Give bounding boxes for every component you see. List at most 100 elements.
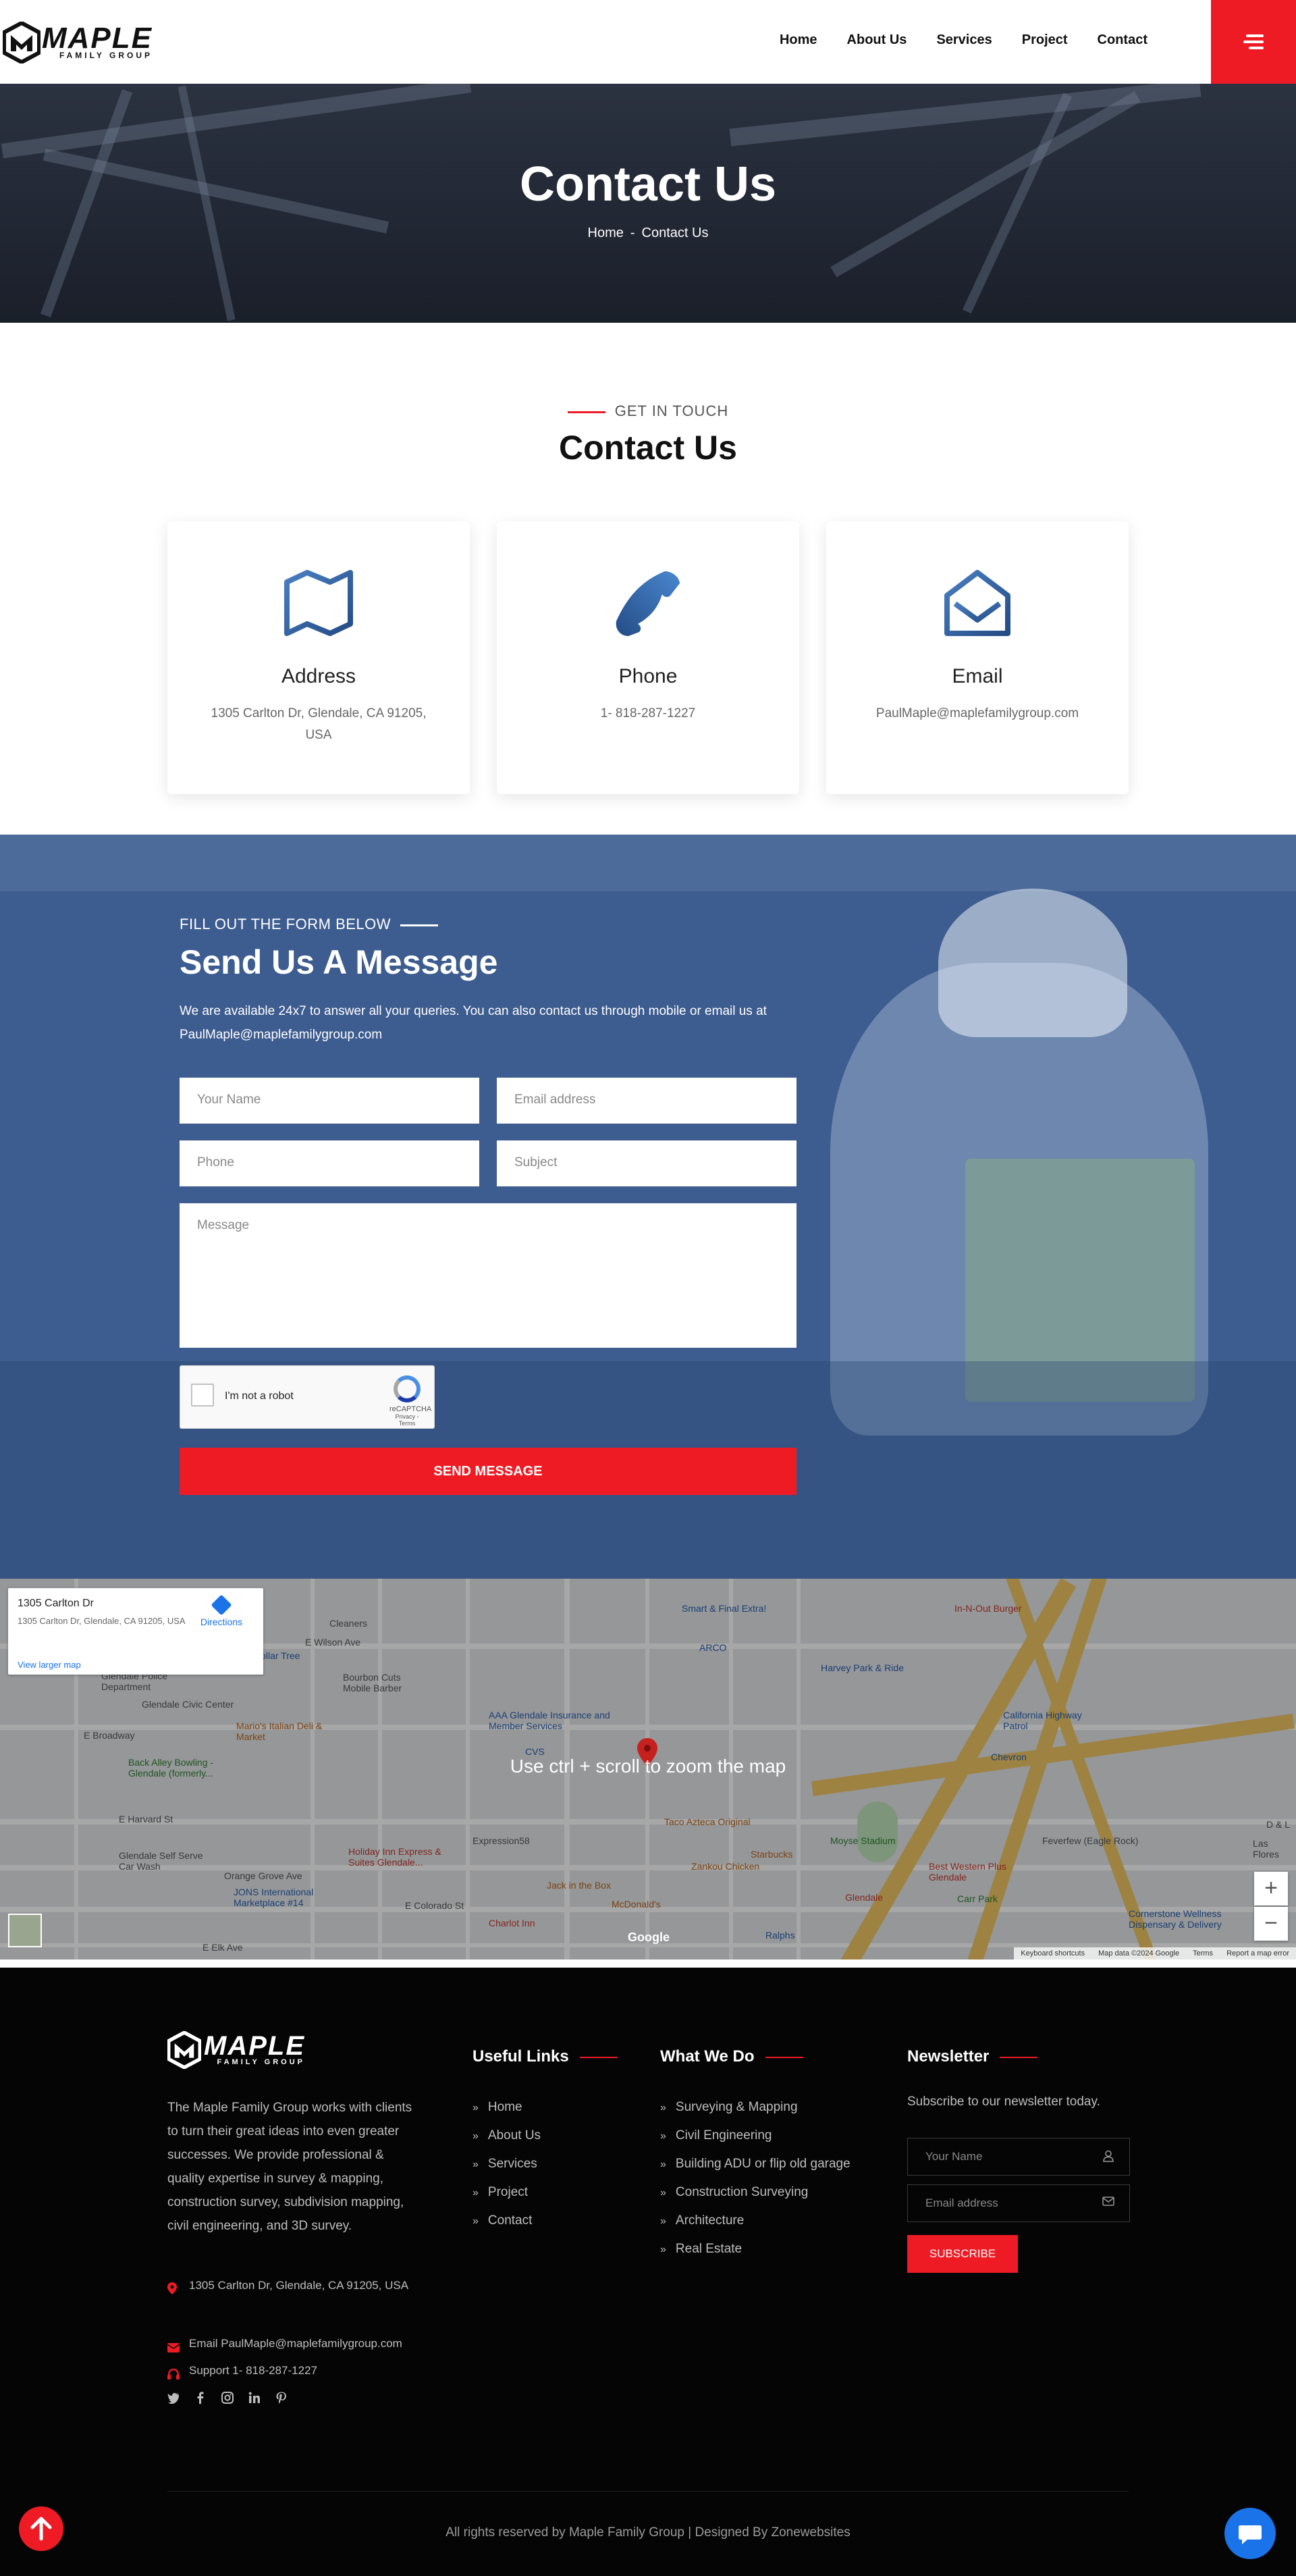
contact-title: Contact Us [559, 429, 737, 467]
hero-structure [1, 84, 472, 159]
contact-kicker-text: GET IN TOUCH [614, 402, 729, 419]
service-link[interactable]: » Building ADU or flip old garage [660, 2150, 850, 2178]
email-title: Email [952, 665, 1003, 687]
chevron-right-icon: » [473, 2102, 479, 2113]
background-photo [938, 889, 1127, 1037]
directions-label: Directions [200, 1616, 243, 1627]
footer-link-label: Project [487, 2185, 529, 2199]
envelope-icon [167, 2343, 180, 2352]
chevron-right-icon: » [473, 2130, 479, 2142]
map-layer-thumbnail[interactable] [8, 1914, 42, 1947]
back-to-top-button[interactable] [19, 2506, 63, 2551]
recaptcha-checkbox[interactable] [191, 1384, 214, 1407]
phone-text[interactable]: 1- 818-287-1227 [526, 703, 770, 725]
email-text[interactable]: PaulMaple@maplefamilygroup.com [856, 703, 1099, 725]
email-input[interactable]: Email address [497, 1078, 796, 1124]
logo-brand: MAPLE [42, 22, 153, 55]
footer-logo-brand: MAPLE [204, 2031, 305, 2061]
name-input[interactable]: Your Name [180, 1078, 479, 1124]
contact-cards: Address 1305 Carlton Dr, Glendale, CA 91… [167, 521, 1129, 794]
newsletter-email-input[interactable]: Email address [907, 2184, 1130, 2222]
nav-contact[interactable]: Contact [1098, 32, 1148, 48]
form-kicker: FILL OUT THE FORM BELOW [180, 916, 439, 933]
what-we-do-title: What We Do [660, 2047, 755, 2066]
service-link[interactable]: » Real Estate [660, 2235, 850, 2263]
newsletter-text: Subscribe to our newsletter today. [907, 2095, 1100, 2109]
directions-icon [211, 1594, 232, 1616]
breadcrumb-current: Contact Us [641, 226, 709, 240]
footer-divider [167, 2491, 1129, 2492]
footer-link-services[interactable]: » Services [473, 2150, 541, 2178]
newsletter-email-placeholder: Email address [925, 2197, 998, 2209]
main-nav: Home About Us Services Project Contact [750, 32, 1148, 48]
linkedin-icon[interactable] [248, 2392, 261, 2404]
nav-home[interactable]: Home [780, 32, 817, 48]
footer-link-about-us[interactable]: » About Us [473, 2122, 541, 2150]
footer-link-label: Services [487, 2157, 537, 2171]
facebook-icon[interactable] [194, 2392, 207, 2404]
page: MAPLE FAMILY GROUP Home About Us Service… [0, 0, 1296, 2576]
recaptcha-logo: reCAPTCHA Privacy - Terms [389, 1375, 431, 1427]
footer-link-project[interactable]: » Project [473, 2178, 541, 2207]
nav-about-us[interactable]: About Us [847, 32, 907, 48]
footer-logo-subtitle: FAMILY GROUP [217, 2058, 305, 2066]
zoom-out-button[interactable]: − [1254, 1907, 1288, 1941]
map-info-title: 1305 Carlton Dr [18, 1598, 94, 1609]
newsletter-name-placeholder: Your Name [925, 2150, 983, 2163]
newsletter-name-input[interactable]: Your Name [907, 2138, 1130, 2176]
nav-project[interactable]: Project [1022, 32, 1068, 48]
twitter-icon[interactable] [167, 2392, 180, 2404]
chat-widget-button[interactable] [1224, 2508, 1276, 2559]
hamburger-icon [1243, 31, 1264, 53]
service-link-label: Construction Surveying [675, 2185, 809, 2199]
heading-line [765, 2056, 803, 2058]
subject-input[interactable]: Subject [497, 1140, 796, 1186]
site-footer: MAPLE FAMILY GROUP The Maple Family Grou… [0, 1968, 1296, 2576]
site-logo[interactable]: MAPLE FAMILY GROUP [3, 22, 153, 63]
nav-services[interactable]: Services [936, 32, 992, 48]
footer-link-home[interactable]: » Home [473, 2093, 541, 2122]
zoom-in-button[interactable]: + [1254, 1872, 1288, 1905]
service-link[interactable]: » Civil Engineering [660, 2122, 850, 2150]
menu-button[interactable] [1211, 0, 1296, 84]
footer-address: 1305 Carlton Dr, Glendale, CA 91205, USA [167, 2274, 424, 2303]
terms-link[interactable]: Terms [1193, 1949, 1213, 1957]
report-map-error-link[interactable]: Report a map error [1226, 1949, 1289, 1957]
message-textarea[interactable]: Message [180, 1203, 796, 1348]
chevron-right-icon: » [473, 2187, 479, 2199]
footer-support-text[interactable]: Support 1- 818-287-1227 [189, 2359, 317, 2388]
subscribe-button[interactable]: SUBSCRIBE [907, 2235, 1018, 2273]
chat-bubble-icon [1239, 2525, 1262, 2544]
footer-link-label: Home [487, 2100, 522, 2114]
site-header: MAPLE FAMILY GROUP Home About Us Service… [0, 0, 1296, 84]
chevron-right-icon: » [660, 2130, 666, 2142]
chevron-right-icon: » [660, 2159, 666, 2170]
keyboard-shortcuts-link[interactable]: Keyboard shortcuts [1021, 1949, 1085, 1957]
address-title: Address [281, 665, 356, 687]
service-link[interactable]: » Architecture [660, 2207, 850, 2235]
instagram-icon[interactable] [221, 2392, 234, 2404]
recaptcha-widget: I'm not a robot reCAPTCHA Privacy - Term… [180, 1365, 435, 1429]
view-larger-map-link[interactable]: View larger map [18, 1660, 81, 1670]
page-hero: Contact Us Home - Contact Us [0, 84, 1296, 323]
pinterest-icon[interactable] [275, 2392, 288, 2404]
useful-links-list: » Home » About Us » Services » Project » Cont… [473, 2093, 541, 2235]
footer-logo[interactable]: MAPLE FAMILY GROUP [167, 2031, 305, 2069]
footer-email-text[interactable]: Email PaulMaple@maplefamilygroup.com [189, 2332, 402, 2361]
send-message-button[interactable]: SEND MESSAGE [180, 1448, 796, 1495]
useful-links-title: Useful Links [473, 2047, 569, 2066]
footer-link-contact[interactable]: » Contact [473, 2207, 541, 2235]
form-title: Send Us A Message [180, 943, 498, 981]
breadcrumb-home[interactable]: Home [588, 226, 624, 240]
form-description: We are available 24x7 to answer all your… [180, 1004, 767, 1042]
service-link-label: Civil Engineering [675, 2128, 772, 2143]
recaptcha-label: I'm not a robot [225, 1390, 294, 1402]
service-link[interactable]: » Surveying & Mapping [660, 2093, 850, 2122]
chevron-right-icon: » [660, 2215, 666, 2227]
map-info-address: 1305 Carlton Dr, Glendale, CA 91205, USA [18, 1616, 186, 1626]
location-map[interactable]: Smart & Final Extra! In-N-Out Burger Dol… [0, 1579, 1296, 1960]
phone-input[interactable]: Phone [180, 1140, 479, 1186]
recaptcha-links[interactable]: Privacy - Terms [389, 1413, 425, 1427]
service-link[interactable]: » Construction Surveying [660, 2178, 850, 2207]
directions-button[interactable]: Directions [194, 1594, 248, 1627]
